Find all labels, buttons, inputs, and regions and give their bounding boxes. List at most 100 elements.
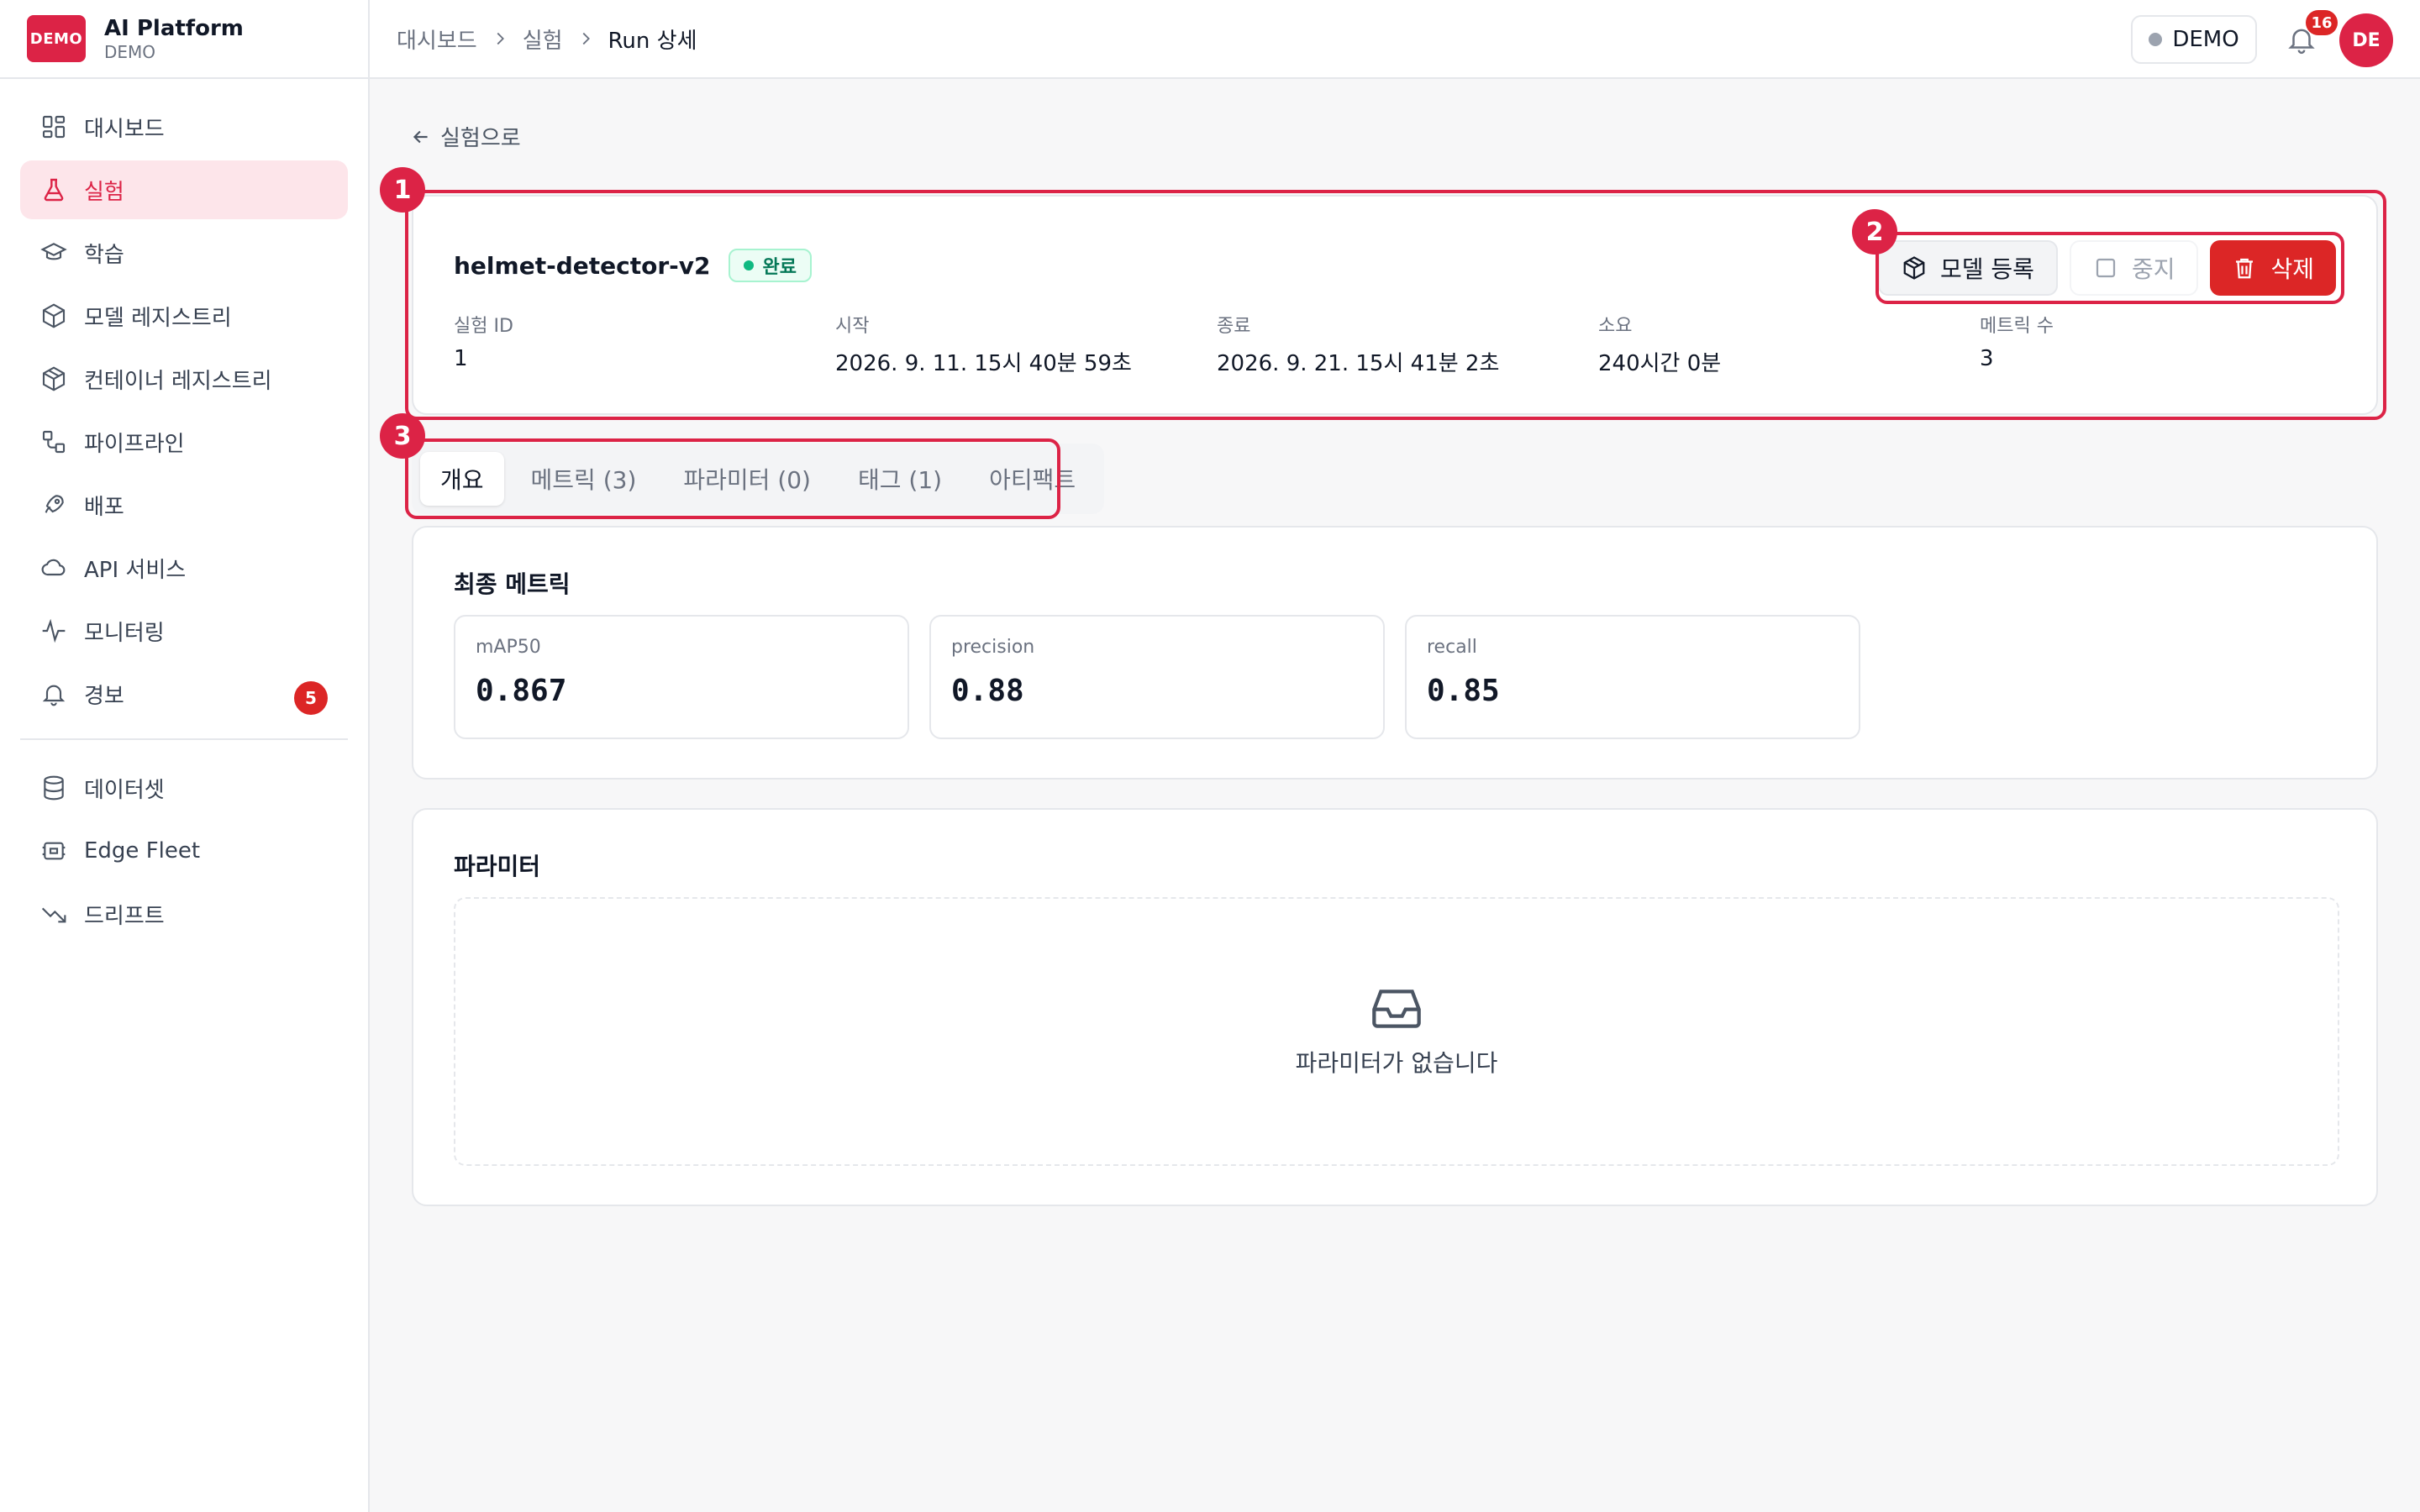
tab-metrics[interactable]: 메트릭 (3) [511,452,657,506]
sidebar-item-deploy[interactable]: 배포 [20,475,348,534]
stop-square-icon [2096,258,2116,278]
flask-icon [44,178,64,202]
final-metrics-title: 최종 메트릭 [454,570,571,598]
sidebar-item-model-registry[interactable]: 모델 레지스트리 [20,286,348,345]
database-icon [44,775,64,801]
sidebar-item-label: 드리프트 [84,903,165,929]
sidebar-item-monitoring[interactable]: 모니터링 [20,601,348,660]
brand[interactable]: DEMO AI Platform DEMO [0,0,368,79]
stop-label: 중지 [2131,255,2175,283]
brand-logo: DEMO [27,15,86,62]
sidebar-item-drift[interactable]: 드리프트 [20,885,348,943]
meta-label: 메트릭 수 [1980,316,2054,337]
boxes-icon [42,366,66,391]
sidebar-item-label: 데이터셋 [84,777,165,803]
meta-label: 종료 [1217,316,1251,337]
sidebar-item-label: 실험 [84,179,124,205]
meta-value: 240시간 0분 [1598,351,1722,376]
run-tabs: 개요 메트릭 (3) 파라미터 (0) 태그 (1) 아티팩트 [412,444,1105,514]
sidebar-item-datasets[interactable]: 데이터셋 [20,759,348,817]
trash-icon [2236,258,2254,279]
meta-metric-count: 메트릭 수 3 [1980,311,2054,371]
sidebar-item-label: 모니터링 [84,620,165,646]
status-label: 완료 [762,257,797,278]
meta-experiment-id: 실험 ID 1 [454,311,513,371]
run-summary-card: helmet-detector-v2 완료 실험 ID 1 시작 2026. 9… [412,195,2378,415]
sidebar-item-edge-fleet[interactable]: Edge Fleet [20,822,348,880]
environment-label: DEMO [2172,27,2239,52]
metric-label: mAP50 [476,637,541,658]
bell-icon [42,685,66,706]
meta-label: 시작 [835,316,870,337]
metric-label: precision [951,637,1035,658]
parameters-card: 파라미터 파라미터가 없습니다 [412,808,2378,1206]
dashboard-grid-icon [42,115,66,139]
environment-selector[interactable]: DEMO [2131,15,2257,64]
sidebar-item-training[interactable]: 학습 [20,223,348,282]
brand-title: AI Platform [104,16,244,41]
brand-subtitle: DEMO [104,42,156,62]
tab-overview[interactable]: 개요 [420,452,504,506]
sidebar-nav: 대시보드 실험 학습 모델 레지스트리 컨테이너 레지스트리 파이프라인 배포 [0,79,368,943]
cloud-icon [41,559,66,576]
parameters-title: 파라미터 [454,853,541,880]
sidebar-item-label: 배포 [84,494,124,520]
sidebar-item-api-service[interactable]: API 서비스 [20,538,348,597]
sidebar-item-dashboard[interactable]: 대시보드 [20,97,348,156]
graduation-cap-icon [40,243,67,260]
sidebar-item-label: Edge Fleet [84,838,201,864]
metric-value: 0.867 [476,674,567,708]
final-metrics-card: 최종 메트릭 mAP50 0.867 precision 0.88 recall… [412,526,2378,780]
sidebar-item-container-registry[interactable]: 컨테이너 레지스트리 [20,349,348,408]
trend-down-icon [41,907,66,923]
sidebar-item-label: 경보 [84,683,124,709]
meta-label: 소요 [1598,316,1633,337]
register-model-label: 모델 등록 [1939,255,2034,283]
sidebar-divider [20,738,348,740]
tab-parameters[interactable]: 파라미터 (0) [663,452,831,506]
sidebar-item-label: 모델 레지스트리 [84,305,232,331]
package-icon [1903,256,1925,280]
register-model-button[interactable]: 모델 등록 [1877,240,2058,296]
sidebar-item-pipeline[interactable]: 파이프라인 [20,412,348,471]
meta-duration: 소요 240시간 0분 [1598,311,1721,377]
metric-label: recall [1427,637,1477,658]
stop-button[interactable]: 중지 [2069,240,2199,296]
inbox-icon [1372,990,1421,1028]
user-avatar[interactable]: DE [2339,13,2393,67]
breadcrumb-item-current: Run 상세 [608,28,697,54]
delete-button[interactable]: 삭제 [2210,240,2336,296]
meta-value: 3 [1980,346,1994,371]
breadcrumb-item-dashboard[interactable]: 대시보드 [397,24,477,55]
sidebar-item-label: 파이프라인 [84,431,185,457]
metric-value: 0.88 [951,674,1024,708]
cube-icon [42,303,66,328]
arrow-left-icon [413,130,428,143]
chevron-right-icon [582,32,590,45]
meta-value: 2026. 9. 11. 15시 40분 59초 [835,351,1132,376]
workflow-icon [42,430,66,454]
back-to-experiments-link[interactable]: 실험으로 [410,121,521,152]
sidebar-item-label: 대시보드 [84,116,165,142]
status-dot-icon [744,260,755,270]
breadcrumb: 대시보드 실험 Run 상세 [397,24,697,55]
tab-artifacts[interactable]: 아티팩트 [969,452,1096,506]
sidebar-item-experiments[interactable]: 실험 [20,160,348,219]
sidebar-item-label: API 서비스 [84,557,187,583]
meta-start: 시작 2026. 9. 11. 15시 40분 59초 [835,311,1132,377]
meta-end: 종료 2026. 9. 21. 15시 41분 2초 [1217,311,1499,377]
breadcrumb-item-experiments[interactable]: 실험 [523,24,563,55]
notification-count-badge: 16 [2306,10,2338,35]
top-header: 대시보드 실험 Run 상세 DEMO 16 DE [370,0,2420,79]
run-name: helmet-detector-v2 [454,251,711,280]
metric-value: 0.85 [1427,674,1500,708]
sidebar-item-label: 학습 [84,242,124,268]
chip-icon [42,842,66,860]
chevron-right-icon [497,32,504,45]
activity-icon [42,618,66,643]
alerts-count-badge: 5 [294,681,328,715]
back-label: 실험으로 [440,126,521,151]
sidebar-item-alerts[interactable]: 경보 5 [20,664,348,723]
metric-card-recall: recall 0.85 [1405,615,1860,739]
tab-tags[interactable]: 태그 (1) [838,452,962,506]
